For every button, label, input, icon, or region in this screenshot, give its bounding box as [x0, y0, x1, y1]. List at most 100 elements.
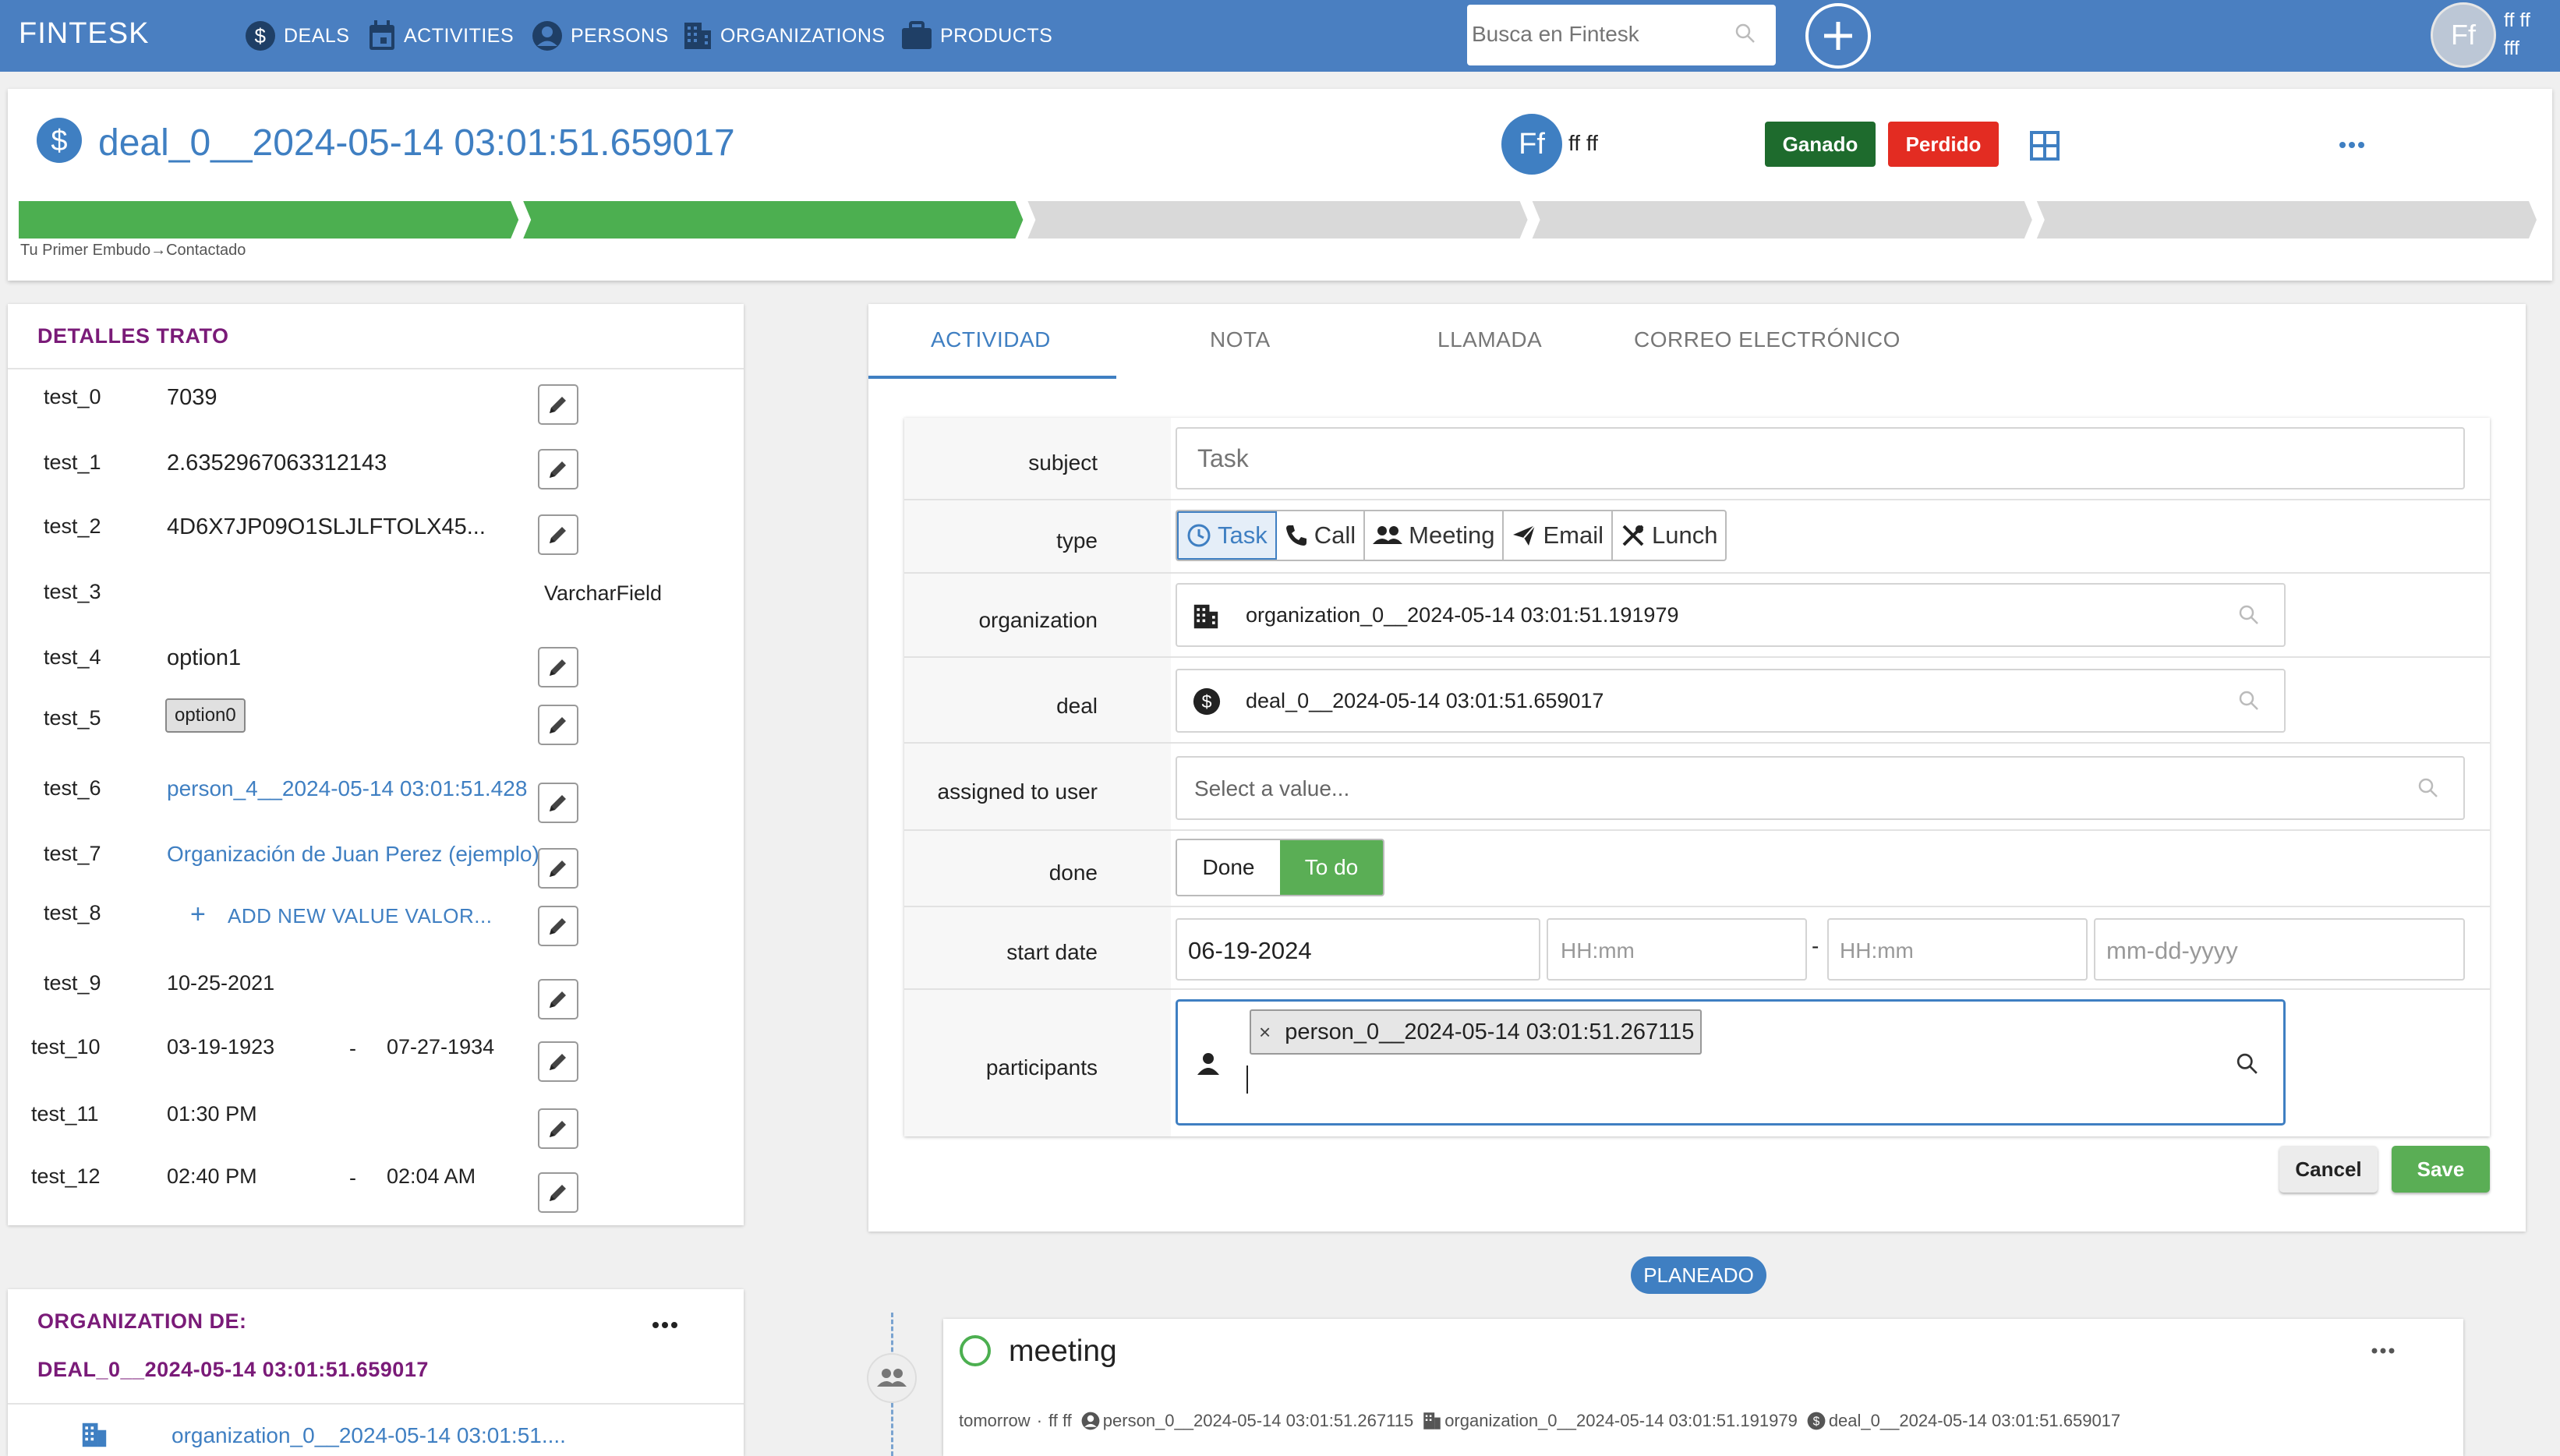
edit-button[interactable] — [538, 1041, 578, 1082]
done-toggle[interactable]: Done To do — [1176, 839, 1384, 896]
breadcrumb-pipeline[interactable]: Tu Primer Embudo — [20, 242, 150, 259]
activity-organization[interactable]: organization_0__2024-05-14 03:01:51.1919… — [1444, 1411, 1798, 1431]
quick-add-button[interactable] — [1805, 3, 1871, 69]
organization-field[interactable]: organization_0__2024-05-14 03:01:51.1919… — [1176, 583, 2286, 647]
briefcase-icon — [902, 21, 932, 49]
type-lunch[interactable]: Lunch — [1613, 511, 1725, 560]
edit-button[interactable] — [538, 449, 578, 489]
search-icon[interactable] — [2236, 1053, 2258, 1075]
more-options-icon[interactable] — [2339, 140, 2365, 150]
type-meeting[interactable]: Meeting — [1365, 511, 1505, 560]
range-separator: - — [349, 1037, 356, 1060]
pencil-icon — [550, 991, 566, 1008]
person-icon — [1081, 1412, 1100, 1430]
pencil-icon — [550, 461, 566, 478]
arrow-right-icon: → — [150, 242, 167, 259]
participants-field[interactable]: × person_0__2024-05-14 03:01:51.267115 — [1176, 999, 2286, 1126]
assigned-user-field[interactable]: Select a value... — [1176, 756, 2465, 820]
activity-person[interactable]: person_0__2024-05-14 03:01:51.267115 — [1103, 1411, 1413, 1431]
edit-button[interactable] — [538, 1108, 578, 1149]
pipeline-stage[interactable] — [2036, 201, 2537, 239]
user-name[interactable]: ff ff fff — [2504, 6, 2530, 62]
nav-deals-label: DEALS — [284, 24, 350, 47]
tab-llamada[interactable]: LLAMADA — [1437, 327, 1542, 352]
field-value-test-7[interactable]: Organización de Juan Perez (ejemplo) — [167, 842, 538, 867]
field-value-test-9: 10-25-2021 — [167, 971, 275, 995]
edit-button[interactable] — [538, 647, 578, 687]
time-range-separator: - — [1812, 934, 1819, 958]
edit-button[interactable] — [538, 783, 578, 823]
activity-more-icon[interactable] — [2371, 1347, 2395, 1355]
breadcrumb-stage[interactable]: Contactado — [166, 242, 246, 259]
edit-button[interactable] — [538, 1172, 578, 1213]
activity-deal[interactable]: deal_0__2024-05-14 03:01:51.659017 — [1829, 1411, 2120, 1431]
mark-done-circle-icon[interactable] — [959, 1334, 992, 1367]
nav-deals[interactable]: $ DEALS — [245, 19, 349, 53]
edit-button[interactable] — [538, 705, 578, 745]
type-label: type — [1056, 528, 1098, 553]
nav-products[interactable]: PRODUCTS — [901, 19, 1052, 53]
form-label-column — [904, 418, 1171, 1136]
search-icon[interactable] — [2239, 691, 2259, 711]
edit-button[interactable] — [538, 514, 578, 555]
nav-organizations[interactable]: ORGANIZATIONS — [683, 19, 886, 53]
field-value-test-6[interactable]: person_4__2024-05-14 03:01:51.428 — [167, 776, 538, 801]
activity-title[interactable]: meeting — [1009, 1334, 1117, 1369]
cancel-button[interactable]: Cancel — [2279, 1146, 2378, 1193]
type-email[interactable]: Email — [1504, 511, 1613, 560]
search-icon[interactable] — [1735, 23, 1756, 44]
lost-button[interactable]: Perdido — [1888, 122, 1999, 167]
todo-option[interactable]: To do — [1280, 840, 1383, 895]
pipeline-stage[interactable] — [1027, 201, 1528, 239]
global-search[interactable] — [1467, 5, 1776, 65]
field-value-test-5: option0 — [165, 698, 246, 733]
nav-persons[interactable]: PERSONS — [532, 19, 669, 53]
org-link[interactable]: organization_0__2024-05-14 03:01:51.... — [171, 1423, 566, 1448]
tab-nota[interactable]: NOTA — [1210, 327, 1271, 352]
pipeline-stage[interactable] — [19, 201, 519, 239]
grid-view-icon[interactable] — [2030, 131, 2060, 161]
add-value-plus-icon[interactable]: + — [190, 899, 206, 930]
field-value-test-8[interactable]: ADD NEW VALUE VALOR... — [228, 904, 492, 928]
start-date-input[interactable]: 06-19-2024 — [1176, 918, 1540, 981]
won-button[interactable]: Ganado — [1765, 122, 1876, 167]
brand-logo[interactable]: FINTESK — [19, 17, 149, 51]
org-more-icon[interactable] — [652, 1320, 678, 1330]
deal-field[interactable]: $ deal_0__2024-05-14 03:01:51.659017 — [1176, 669, 2286, 733]
global-search-input[interactable] — [1467, 5, 1724, 64]
user-avatar[interactable]: Ff — [2431, 2, 2496, 68]
tab-actividad[interactable]: ACTIVIDAD — [931, 327, 1051, 352]
org-section-deal: DEAL_0__2024-05-14 03:01:51.659017 — [37, 1358, 429, 1381]
edit-button[interactable] — [538, 384, 578, 425]
owner-avatar[interactable]: Ff — [1501, 114, 1562, 175]
type-call[interactable]: Call — [1277, 511, 1366, 560]
owner-name[interactable]: ff ff — [1568, 131, 1598, 156]
field-label-test-7: test_7 — [44, 842, 101, 865]
edit-button[interactable] — [538, 848, 578, 889]
search-icon[interactable] — [2239, 605, 2259, 625]
subject-input[interactable] — [1176, 427, 2465, 489]
done-option[interactable]: Done — [1177, 840, 1280, 895]
search-icon[interactable] — [2418, 778, 2438, 798]
start-time-input[interactable]: HH:mm — [1547, 918, 1807, 981]
edit-button[interactable] — [538, 906, 578, 946]
start-time-placeholder: HH:mm — [1561, 938, 1635, 963]
form-row-divider — [904, 656, 2490, 658]
nav-activities[interactable]: ACTIVITIES — [368, 19, 514, 53]
end-time-input[interactable]: HH:mm — [1827, 918, 2088, 981]
edit-button[interactable] — [538, 979, 578, 1020]
text-cursor — [1246, 1065, 1248, 1094]
chip-remove-icon[interactable]: × — [1259, 1020, 1271, 1044]
type-selector[interactable]: Task Call Meeting Email Lunch — [1176, 510, 1727, 561]
field-label-test-10: test_10 — [31, 1035, 101, 1058]
save-button[interactable]: Save — [2392, 1146, 2490, 1193]
active-tab-indicator — [868, 376, 1116, 379]
pipeline-stage[interactable] — [523, 201, 1024, 239]
user-name-line1: ff ff — [2504, 9, 2530, 31]
end-date-input[interactable]: mm-dd-yyyy — [2094, 918, 2465, 981]
type-email-label: Email — [1543, 521, 1604, 549]
start-date-value: 06-19-2024 — [1188, 937, 1312, 964]
tab-correo[interactable]: CORREO ELECTRÓNICO — [1634, 327, 1901, 352]
type-task[interactable]: Task — [1177, 511, 1277, 560]
pipeline-stage[interactable] — [1532, 201, 2032, 239]
